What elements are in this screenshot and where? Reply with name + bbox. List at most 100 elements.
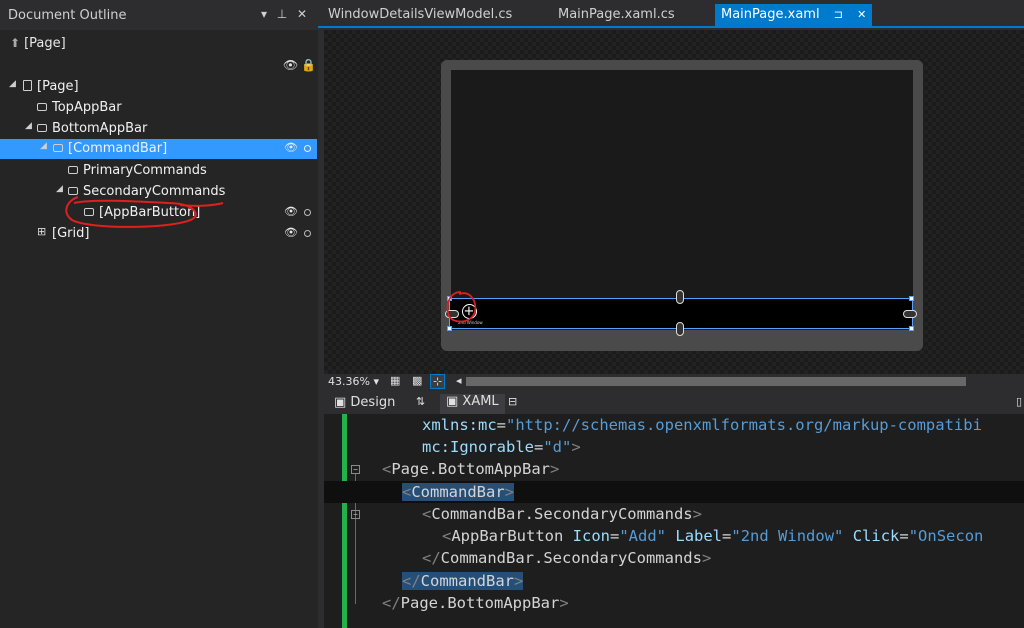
tab-label: XAML: [462, 394, 499, 409]
tree-item-bottomappbar[interactable]: ◢ BottomAppBar: [0, 119, 317, 139]
tree-item-grid[interactable]: ⊞ [Grid] 👁: [0, 224, 317, 244]
eye-icon[interactable]: 👁: [284, 226, 298, 239]
tag-name: Page.BottomAppBar: [400, 594, 560, 612]
anchor-handle[interactable]: [676, 290, 684, 304]
snap-grid-icon[interactable]: ▩: [412, 374, 422, 387]
tree-item-label: BottomAppBar: [52, 121, 148, 136]
expand-arrow-icon[interactable]: ◢: [56, 184, 63, 194]
document-tab-bar: WindowDetailsViewModel.cs MainPage.xaml.…: [318, 0, 1024, 28]
tree-item-label: [Page]: [37, 79, 79, 94]
attr-name: Icon: [572, 527, 610, 545]
code-line: xmlns:mc="http://schemas.openxmlformats.…: [324, 414, 1024, 436]
expand-arrow-icon[interactable]: ◢: [9, 79, 16, 89]
anchor-handle[interactable]: [903, 310, 917, 318]
code-line: <CommandBar.SecondaryCommands>: [422, 505, 702, 523]
xaml-code-editor[interactable]: − − − xmlns:mc="http://schemas.openxmlfo…: [324, 414, 1024, 628]
visual-studio-window: Document Outline ▾ ⊥ ✕ ⬆ [Page] 👁 🔒 ◢ [Pa…: [0, 0, 1024, 628]
tag-name: CommandBar: [420, 572, 514, 590]
anchor-handle[interactable]: [445, 310, 459, 318]
snap-lines-icon[interactable]: ⊹: [430, 374, 446, 389]
equals: =: [496, 416, 506, 434]
tab-label: MainPage.xaml.cs: [558, 7, 675, 22]
equals: =: [533, 438, 544, 456]
panel-title-bar: Document Outline ▾ ⊥ ✕: [0, 0, 318, 30]
resize-handle[interactable]: [909, 296, 914, 301]
tab-label: Design: [350, 395, 396, 410]
attr-value: "d": [543, 438, 572, 456]
tree-item-primarycommands[interactable]: PrimaryCommands: [0, 161, 317, 181]
tag-name: CommandBar.SecondaryCommands: [440, 549, 702, 567]
tree-item-label: [CommandBar]: [68, 141, 168, 156]
resize-handle[interactable]: [447, 326, 452, 331]
split-icon[interactable]: ▯: [1016, 395, 1022, 408]
tab-mainpage-xaml-cs[interactable]: MainPage.xaml.cs: [558, 4, 675, 26]
lock-toggle-icon[interactable]: [304, 230, 311, 237]
commandbar-icon: [53, 144, 63, 152]
tree-item-secondarycommands[interactable]: ◢ SecondaryCommands: [0, 182, 317, 202]
code-line: <AppBarButton Icon="Add" Label="2nd Wind…: [442, 527, 984, 545]
device-frame: + 2nd Window: [441, 60, 923, 351]
swap-panes-icon[interactable]: ⇅: [416, 395, 425, 408]
design-surface[interactable]: + 2nd Window: [324, 30, 1024, 374]
pin-icon[interactable]: ⊐: [834, 8, 843, 21]
expand-arrow-icon[interactable]: ◢: [25, 121, 32, 131]
lock-icon[interactable]: 🔒: [301, 58, 316, 72]
expand-arrow-icon[interactable]: ◢: [40, 141, 47, 151]
tree-item-label: PrimaryCommands: [83, 163, 207, 178]
page-breadcrumb[interactable]: ⬆ [Page]: [10, 36, 66, 51]
collapse-pane-icon[interactable]: ⊟: [508, 395, 517, 408]
appbarbutton-preview[interactable]: + 2nd Window: [458, 304, 483, 326]
tree-item-topappbar[interactable]: TopAppBar: [0, 98, 317, 118]
tree-item-commandbar[interactable]: ◢ [CommandBar] 👁: [0, 139, 317, 159]
designer-toolbar: 43.36% ▾ ▦ ▩ ⊹ ◂: [324, 374, 1024, 390]
tab-xaml[interactable]: ▣ XAML: [440, 394, 505, 414]
attr-name: Label: [675, 527, 723, 545]
close-icon[interactable]: ✕: [857, 8, 866, 21]
appbarbutton-caption: 2nd Window: [458, 320, 483, 325]
tree-item-appbarbutton[interactable]: [AppBarButton] 👁: [0, 203, 317, 223]
grid-icon: ⊞: [37, 225, 47, 238]
anchor-handle[interactable]: [676, 322, 684, 336]
tree-item-page[interactable]: ◢ [Page]: [0, 77, 317, 97]
xaml-icon: ▣: [446, 394, 463, 409]
attr-value: "http://schemas.openxmlformats.org/marku…: [506, 416, 982, 434]
resize-handle[interactable]: [909, 326, 914, 331]
tab-windowdetailsviewmodel[interactable]: WindowDetailsViewModel.cs: [328, 4, 512, 26]
tree-item-label: SecondaryCommands: [83, 184, 226, 199]
tab-label: MainPage.xaml: [721, 7, 820, 22]
attr-value: "Add": [619, 527, 667, 545]
code-line-current: <CommandBar>: [324, 481, 1024, 503]
tab-mainpage-xaml[interactable]: MainPage.xaml ⊐ ✕: [715, 4, 873, 26]
lock-toggle-icon[interactable]: [304, 209, 311, 216]
close-icon[interactable]: ✕: [294, 7, 310, 21]
tab-label: WindowDetailsViewModel.cs: [328, 7, 513, 22]
attr-value: "OnSecon: [908, 527, 984, 545]
tag-name: CommandBar.SecondaryCommands: [431, 505, 693, 523]
resize-handle[interactable]: [447, 296, 452, 301]
page-icon: [23, 80, 32, 91]
scroll-left-icon[interactable]: ◂: [456, 374, 462, 387]
tab-design[interactable]: ▣ Design: [334, 395, 395, 410]
tree-item-label: [Grid]: [52, 226, 90, 241]
lock-toggle-icon[interactable]: [304, 145, 311, 152]
eye-icon[interactable]: 👁: [284, 141, 298, 154]
attr-value: "2nd Window": [731, 527, 844, 545]
code-line: </CommandBar.SecondaryCommands>: [422, 549, 712, 567]
pin-icon[interactable]: ⊥: [274, 7, 290, 21]
page-breadcrumb-label: [Page]: [24, 36, 66, 51]
document-outline-panel: Document Outline ▾ ⊥ ✕ ⬆ [Page] 👁 🔒 ◢ [Pa…: [0, 0, 318, 628]
collection-icon: [68, 187, 78, 195]
add-icon: +: [461, 304, 477, 319]
panel-title: Document Outline: [8, 8, 127, 23]
eye-icon[interactable]: 👁: [284, 205, 298, 218]
horizontal-scrollbar[interactable]: [466, 377, 966, 386]
tag-name: CommandBar: [411, 483, 505, 501]
button-icon: [84, 208, 94, 216]
grid-toggle-icon[interactable]: ▦: [390, 374, 400, 387]
bracket: >: [571, 438, 581, 456]
code-line: mc:Ignorable="d">: [324, 436, 1024, 458]
zoom-select[interactable]: 43.36% ▾: [328, 375, 379, 388]
eye-icon[interactable]: 👁: [283, 58, 298, 72]
dropdown-icon[interactable]: ▾: [256, 7, 272, 21]
collection-icon: [68, 166, 78, 174]
